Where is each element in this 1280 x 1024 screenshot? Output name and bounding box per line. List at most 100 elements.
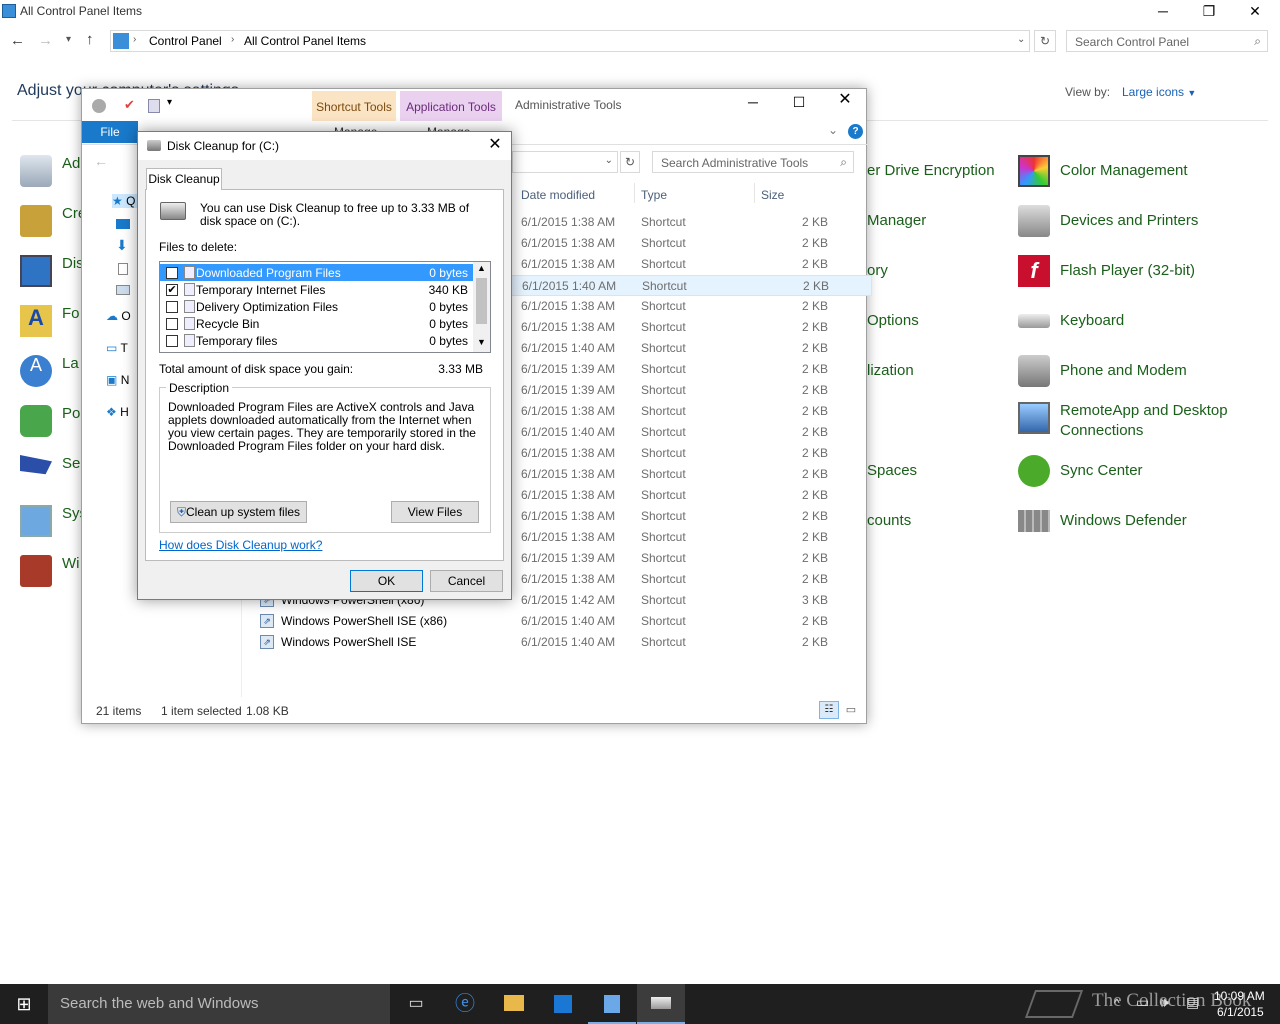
qat-newfolder-icon[interactable] xyxy=(148,99,160,113)
file-checkbox[interactable]: ✔ xyxy=(166,283,178,296)
volume-icon[interactable]: 🕪 xyxy=(1160,994,1169,1011)
cp-item-sync-center[interactable]: Sync Center xyxy=(1018,455,1143,487)
explorer-address-bar[interactable]: ⌄ xyxy=(512,151,618,173)
ribbon-expand-icon[interactable]: ⌄ xyxy=(828,123,838,137)
address-chevron-icon[interactable]: › xyxy=(133,34,136,45)
taskbar-search-box[interactable]: Search the web and Windows xyxy=(48,984,390,1024)
explorer-search-input[interactable]: Search Administrative Tools ⌕ xyxy=(652,151,854,173)
control-panel-task[interactable] xyxy=(588,984,636,1024)
cp-item-system[interactable]: Sys xyxy=(20,505,87,537)
cp-item-user-accounts[interactable]: counts xyxy=(867,512,911,529)
cp-item-language[interactable]: A La xyxy=(20,355,79,387)
cleanup-file-row[interactable]: Recycle Bin 0 bytes xyxy=(160,315,474,332)
nav-onedrive-item[interactable]: ☁ O xyxy=(106,309,131,323)
explorer-back-button[interactable]: ← xyxy=(94,153,108,169)
explorer-maximize-button[interactable]: ☐ xyxy=(776,91,822,113)
cleanup-file-row[interactable]: ✔ Temporary Internet Files 340 KB xyxy=(160,281,474,298)
clock-time[interactable]: 10:09 AM xyxy=(1214,989,1265,1003)
view-files-button[interactable]: View Files xyxy=(391,501,479,523)
network-tray-icon[interactable]: ▭ xyxy=(1136,994,1149,1011)
explorer-minimize-button[interactable]: ─ xyxy=(730,91,776,113)
scroll-thumb[interactable] xyxy=(476,278,487,324)
cp-item-device-manager[interactable]: Manager xyxy=(867,212,926,229)
col-size-header[interactable]: Size xyxy=(761,188,784,202)
cp-item-color-management[interactable]: Color Management xyxy=(1018,155,1188,187)
large-icons-view-button[interactable]: ▭ xyxy=(842,701,860,719)
close-button[interactable]: ✕ xyxy=(1232,0,1278,22)
col-type-header[interactable]: Type xyxy=(641,188,667,202)
nav-homegroup-item[interactable]: ❖ H xyxy=(106,405,129,419)
cp-item-credential[interactable]: Cre xyxy=(20,205,86,237)
nav-network-item[interactable]: ▣ N xyxy=(106,373,129,387)
tray-up-icon[interactable]: ^ xyxy=(1114,996,1120,1010)
file-row[interactable]: ⇗ Windows PowerShell ISE 6/1/2015 1:40 A… xyxy=(252,632,872,653)
tab-disk-cleanup[interactable]: Disk Cleanup xyxy=(146,168,222,190)
cp-item-remoteapp[interactable]: RemoteApp and Desktop Connections xyxy=(1018,402,1228,439)
cleanup-file-row[interactable]: Temporary files 0 bytes xyxy=(160,332,474,349)
cp-item-display[interactable]: Dis xyxy=(20,255,84,287)
nav-thispc-item[interactable]: ▭ T xyxy=(106,341,128,355)
task-view-button[interactable]: ▭ xyxy=(392,984,440,1024)
explorer-close-button[interactable]: ✕ xyxy=(822,89,868,111)
tab-application-tools[interactable]: Application Tools xyxy=(400,91,502,121)
edge-icon[interactable]: ⓔ xyxy=(441,984,489,1024)
cp-item-fonts[interactable]: A Fo xyxy=(20,305,80,337)
cp-search-input[interactable]: Search Control Panel ⌕ xyxy=(1066,30,1268,52)
cp-item-power[interactable]: Po xyxy=(20,405,80,437)
nav-desktop-icon[interactable] xyxy=(116,219,130,229)
minimize-button[interactable]: ─ xyxy=(1140,0,1186,22)
files-scrollbar[interactable]: ▲ ▼ xyxy=(473,262,490,352)
address-dropdown-icon[interactable]: ⌄ xyxy=(1017,34,1025,45)
cp-item-personalization[interactable]: lization xyxy=(867,362,914,379)
qat-dropdown-icon[interactable]: ▾ xyxy=(167,97,172,108)
breadcrumb-all-items[interactable]: All Control Panel Items xyxy=(244,34,366,48)
clock-date[interactable]: 6/1/2015 xyxy=(1217,1005,1264,1019)
file-checkbox[interactable] xyxy=(166,300,178,313)
scroll-up-icon[interactable]: ▲ xyxy=(477,263,486,273)
action-center-icon[interactable]: ▤ xyxy=(1186,994,1199,1011)
cp-item-windows-defender[interactable]: Windows Defender xyxy=(1018,505,1187,532)
qat-check-icon[interactable]: ✔ xyxy=(124,97,135,113)
file-checkbox[interactable] xyxy=(166,334,178,347)
tab-shortcut-tools[interactable]: Shortcut Tools xyxy=(312,91,396,121)
file-tab[interactable]: File xyxy=(82,121,138,143)
store-icon[interactable] xyxy=(539,984,587,1024)
file-checkbox[interactable] xyxy=(166,317,178,330)
scroll-down-icon[interactable]: ▼ xyxy=(477,337,486,347)
explorer-refresh-button[interactable]: ↻ xyxy=(620,151,640,173)
cp-item-bitlocker[interactable]: er Drive Encryption xyxy=(867,162,995,179)
breadcrumb-chevron-icon[interactable]: › xyxy=(231,34,234,45)
cp-item-devices-printers[interactable]: Devices and Printers xyxy=(1018,205,1198,237)
cp-item-options[interactable]: Options xyxy=(867,312,919,329)
disk-cleanup-task[interactable] xyxy=(637,984,685,1024)
restore-button[interactable]: ❐ xyxy=(1186,0,1232,22)
nav-documents-icon[interactable] xyxy=(118,263,128,275)
forward-button[interactable]: → xyxy=(38,32,53,49)
cp-item-admin[interactable]: Ad xyxy=(20,155,80,187)
details-view-button[interactable]: ☷ xyxy=(819,701,839,719)
refresh-button[interactable]: ↻ xyxy=(1034,30,1056,52)
up-button[interactable]: ↑ xyxy=(86,31,94,48)
file-checkbox[interactable]: ✔ xyxy=(166,266,178,279)
cp-item-storage-spaces[interactable]: Spaces xyxy=(867,462,917,479)
file-explorer-icon[interactable] xyxy=(490,984,538,1024)
address-bar[interactable]: › Control Panel › All Control Panel Item… xyxy=(110,30,1030,52)
nav-pictures-icon[interactable] xyxy=(116,285,130,295)
explorer-address-dropdown-icon[interactable]: ⌄ xyxy=(605,155,613,166)
col-date-header[interactable]: Date modified xyxy=(521,188,595,202)
file-row[interactable]: ⇗ Windows PowerShell ISE (x86) 6/1/2015 … xyxy=(252,611,872,632)
nav-downloads-icon[interactable]: ⬇ xyxy=(116,237,128,254)
view-by-dropdown[interactable]: Large icons ▼ xyxy=(1122,85,1196,99)
recent-dropdown[interactable]: ▾ xyxy=(66,34,71,45)
cp-item-security[interactable]: Se xyxy=(20,455,80,487)
cleanup-file-row[interactable]: ✔ Downloaded Program Files 0 bytes xyxy=(160,264,474,281)
cp-item-keyboard[interactable]: Keyboard xyxy=(1018,305,1124,329)
ok-button[interactable]: OK xyxy=(350,570,423,592)
cleanup-file-row[interactable]: Delivery Optimization Files 0 bytes xyxy=(160,298,474,315)
help-link[interactable]: How does Disk Cleanup work? xyxy=(159,538,322,552)
cp-item-phone-modem[interactable]: Phone and Modem xyxy=(1018,355,1187,387)
help-icon[interactable]: ? xyxy=(848,124,863,139)
cp-item-firewall[interactable]: Wi xyxy=(20,555,80,587)
qat-properties-icon[interactable] xyxy=(92,99,106,113)
back-button[interactable]: ← xyxy=(10,32,25,49)
